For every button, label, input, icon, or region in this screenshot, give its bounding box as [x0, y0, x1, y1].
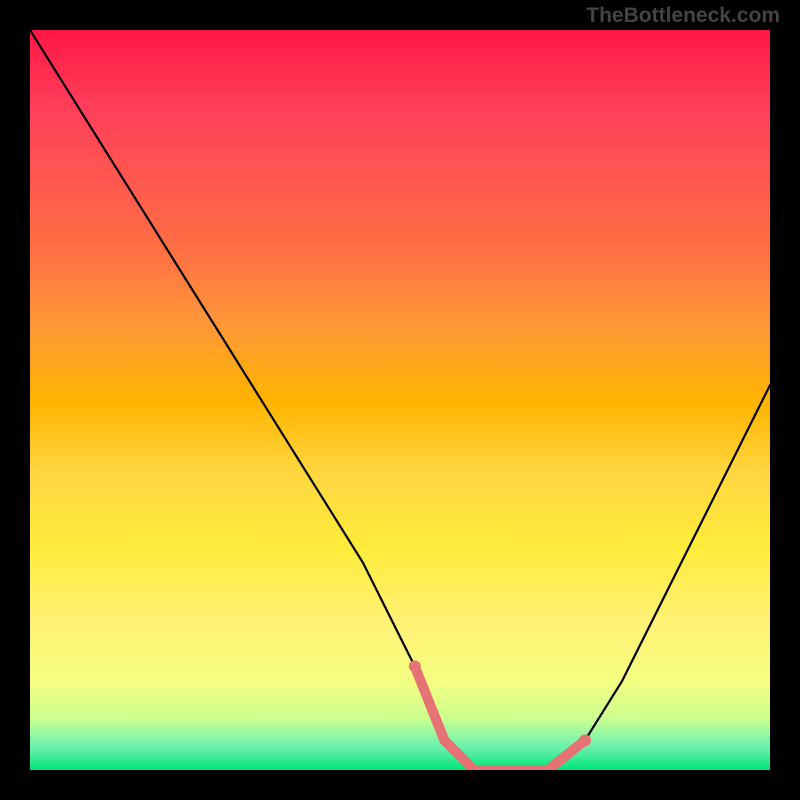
chart-svg — [30, 30, 770, 770]
chart-plot-area — [30, 30, 770, 770]
highlight-dot-end — [579, 734, 591, 746]
highlight-segment — [415, 666, 585, 770]
highlight-dot-start — [409, 660, 421, 672]
bottleneck-curve-line — [30, 30, 770, 770]
watermark-text: TheBottleneck.com — [586, 4, 780, 28]
